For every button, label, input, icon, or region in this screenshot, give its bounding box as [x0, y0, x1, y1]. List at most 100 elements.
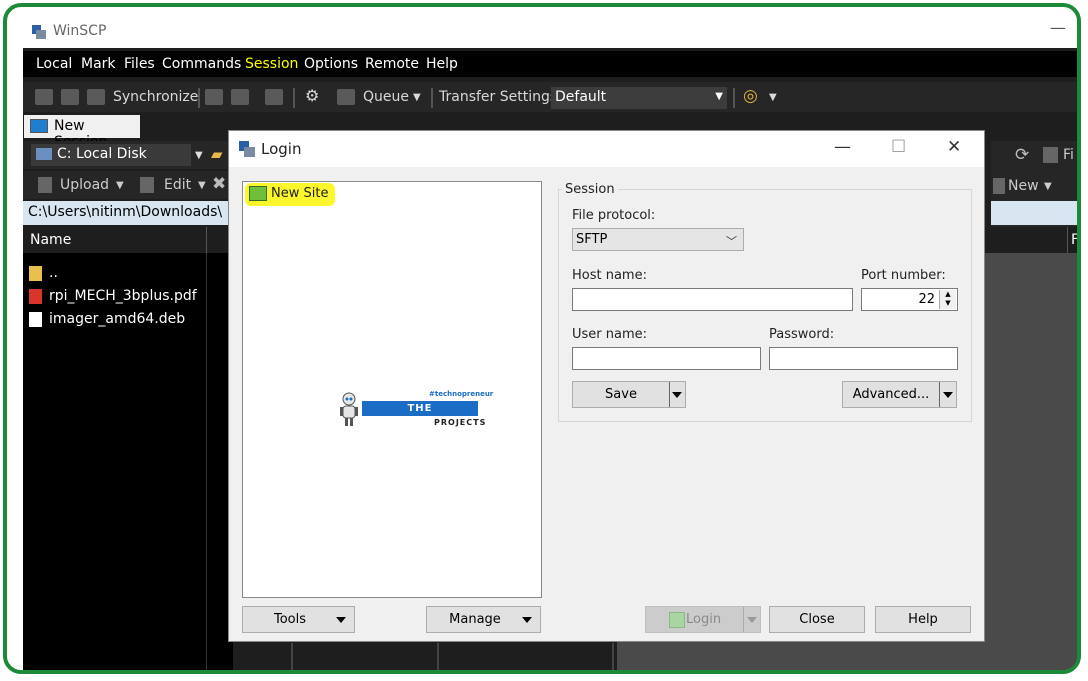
advanced-label: Advanced...	[852, 387, 930, 402]
console-icon[interactable]	[205, 89, 223, 105]
synchronize-button[interactable]: Synchronize	[113, 89, 198, 105]
edit-dropdown-icon[interactable]: ▼	[198, 180, 206, 191]
save-dropdown-icon[interactable]	[672, 392, 682, 398]
save-label: Save	[605, 387, 637, 402]
chevron-down-icon[interactable]: ▼	[769, 92, 777, 103]
status-divider	[612, 643, 614, 670]
menu-commands[interactable]: Commands	[162, 56, 241, 72]
advanced-dropdown-icon[interactable]	[943, 392, 953, 398]
file-protocol-select[interactable]: SFTP ﹀	[572, 228, 744, 251]
local-column-header: Name	[23, 227, 233, 253]
main-toolbar: Synchronize ⚙ Queue ▼ Transfer Settings …	[23, 82, 1077, 112]
local-path-bar[interactable]: C:\Users\nitinm\Downloads\	[23, 201, 233, 225]
transfer-profile-value: Default	[555, 89, 607, 105]
login-dialog-title: Login	[261, 140, 302, 158]
local-actions-bar: Upload ▼ Edit ▼ ✖	[23, 171, 233, 199]
arrow-up-icon[interactable]: ▲	[940, 290, 956, 299]
menu-mark[interactable]: Mark	[81, 56, 116, 72]
edit-icon[interactable]	[140, 177, 154, 193]
column-divider	[206, 253, 207, 670]
new-button[interactable]: New	[1008, 178, 1039, 194]
gear-icon[interactable]: ⚙	[305, 86, 319, 105]
column-f-header[interactable]: F	[1071, 232, 1077, 248]
find-files-button[interactable]: Fi	[1063, 147, 1074, 163]
synchronize-icon[interactable]	[87, 89, 105, 105]
new-site-label: New Site	[271, 186, 329, 201]
queue-icon[interactable]	[337, 89, 355, 105]
menu-files[interactable]: Files	[124, 56, 155, 72]
user-name-label: User name:	[572, 327, 648, 342]
column-name-header[interactable]: Name	[30, 232, 71, 248]
chevron-down-icon[interactable]: ▼	[195, 150, 203, 161]
find-icon[interactable]	[1043, 147, 1058, 163]
delete-icon[interactable]: ✖	[212, 174, 226, 194]
site-tree[interactable]: New Site #technopreneur THE ENGINEERING …	[242, 181, 542, 598]
menu-remote[interactable]: Remote	[365, 56, 419, 72]
compare-icon[interactable]	[35, 89, 53, 105]
manage-button[interactable]: Manage	[426, 606, 541, 633]
menu-options[interactable]: Options	[304, 56, 358, 72]
minimize-button[interactable]: —	[1050, 18, 1066, 37]
chevron-down-icon: ﹀	[726, 235, 737, 248]
upload-icon[interactable]	[38, 177, 52, 193]
port-number-stepper[interactable]: 22 ▲ ▼	[861, 288, 958, 311]
folder-open-icon[interactable]: ▰	[211, 145, 223, 163]
preferences-icon[interactable]	[265, 89, 283, 105]
chevron-down-icon: ▼	[715, 91, 723, 102]
new-site-icon	[249, 186, 267, 201]
edit-button[interactable]: Edit	[164, 177, 191, 193]
save-button[interactable]: Save	[572, 381, 686, 408]
new-site-item[interactable]: New Site	[245, 183, 335, 206]
refresh-icon[interactable]: ⟳	[1015, 145, 1029, 165]
close-icon[interactable]: ✕	[947, 137, 961, 157]
local-path: C:\Users\nitinm\Downloads\	[28, 204, 223, 220]
login-dropdown-icon[interactable]	[747, 617, 757, 623]
tree-icon[interactable]	[61, 89, 79, 105]
login-dialog-titlebar: Login — ☐ ✕	[229, 131, 984, 167]
port-spinner[interactable]: ▲ ▼	[939, 290, 956, 309]
putty-icon[interactable]	[231, 89, 249, 105]
tools-button[interactable]: Tools	[242, 606, 355, 633]
advanced-button[interactable]: Advanced...	[842, 381, 957, 408]
local-file-list: .. rpi_MECH_3bplus.pdf imager_amd64.deb	[23, 253, 233, 670]
transfer-profile-select[interactable]: Default ▼	[551, 87, 727, 109]
local-drive-select[interactable]: C: Local Disk	[31, 144, 191, 166]
login-button[interactable]: Login	[645, 606, 761, 633]
host-name-input[interactable]	[572, 288, 853, 311]
minimize-button[interactable]: —	[834, 137, 851, 157]
menu-local[interactable]: Local	[36, 56, 72, 72]
password-input[interactable]	[769, 347, 958, 370]
file-name: imager_amd64.deb	[49, 311, 186, 327]
watermark-line2: PROJECTS	[434, 418, 487, 427]
tab-new-session[interactable]: New Session	[24, 115, 140, 150]
close-label: Close	[799, 612, 835, 627]
toolbar-separator	[198, 88, 200, 108]
remote-path-bar[interactable]	[991, 201, 1077, 225]
queue-button[interactable]: Queue	[363, 89, 409, 105]
split-divider	[669, 382, 670, 407]
manage-label: Manage	[449, 612, 501, 627]
watermark-tag: #technopreneur	[429, 390, 494, 398]
queue-dropdown-icon[interactable]: ▼	[413, 92, 421, 103]
toolbar-separator	[431, 88, 433, 108]
transfer-settings-label: Transfer Settings	[439, 89, 558, 105]
upload-button[interactable]: Upload	[60, 177, 109, 193]
user-name-input[interactable]	[572, 347, 761, 370]
globe-icon[interactable]: ◎	[743, 86, 758, 106]
new-dropdown-icon[interactable]: ▼	[1044, 181, 1052, 192]
new-icon[interactable]	[993, 178, 1005, 194]
split-divider	[743, 607, 744, 632]
help-button[interactable]: Help	[875, 606, 971, 633]
parent-folder-icon	[29, 266, 42, 281]
menu-help[interactable]: Help	[426, 56, 458, 72]
maximize-button[interactable]: ☐	[891, 137, 906, 157]
split-divider	[939, 382, 940, 407]
close-button[interactable]: Close	[769, 606, 865, 633]
menu-session[interactable]: Session	[245, 56, 298, 72]
help-label: Help	[908, 612, 938, 627]
disk-icon	[36, 148, 52, 160]
upload-dropdown-icon[interactable]: ▼	[116, 180, 124, 191]
file-protocol-value: SFTP	[576, 232, 608, 247]
arrow-down-icon[interactable]: ▼	[940, 299, 956, 308]
file-name: ..	[49, 265, 58, 281]
